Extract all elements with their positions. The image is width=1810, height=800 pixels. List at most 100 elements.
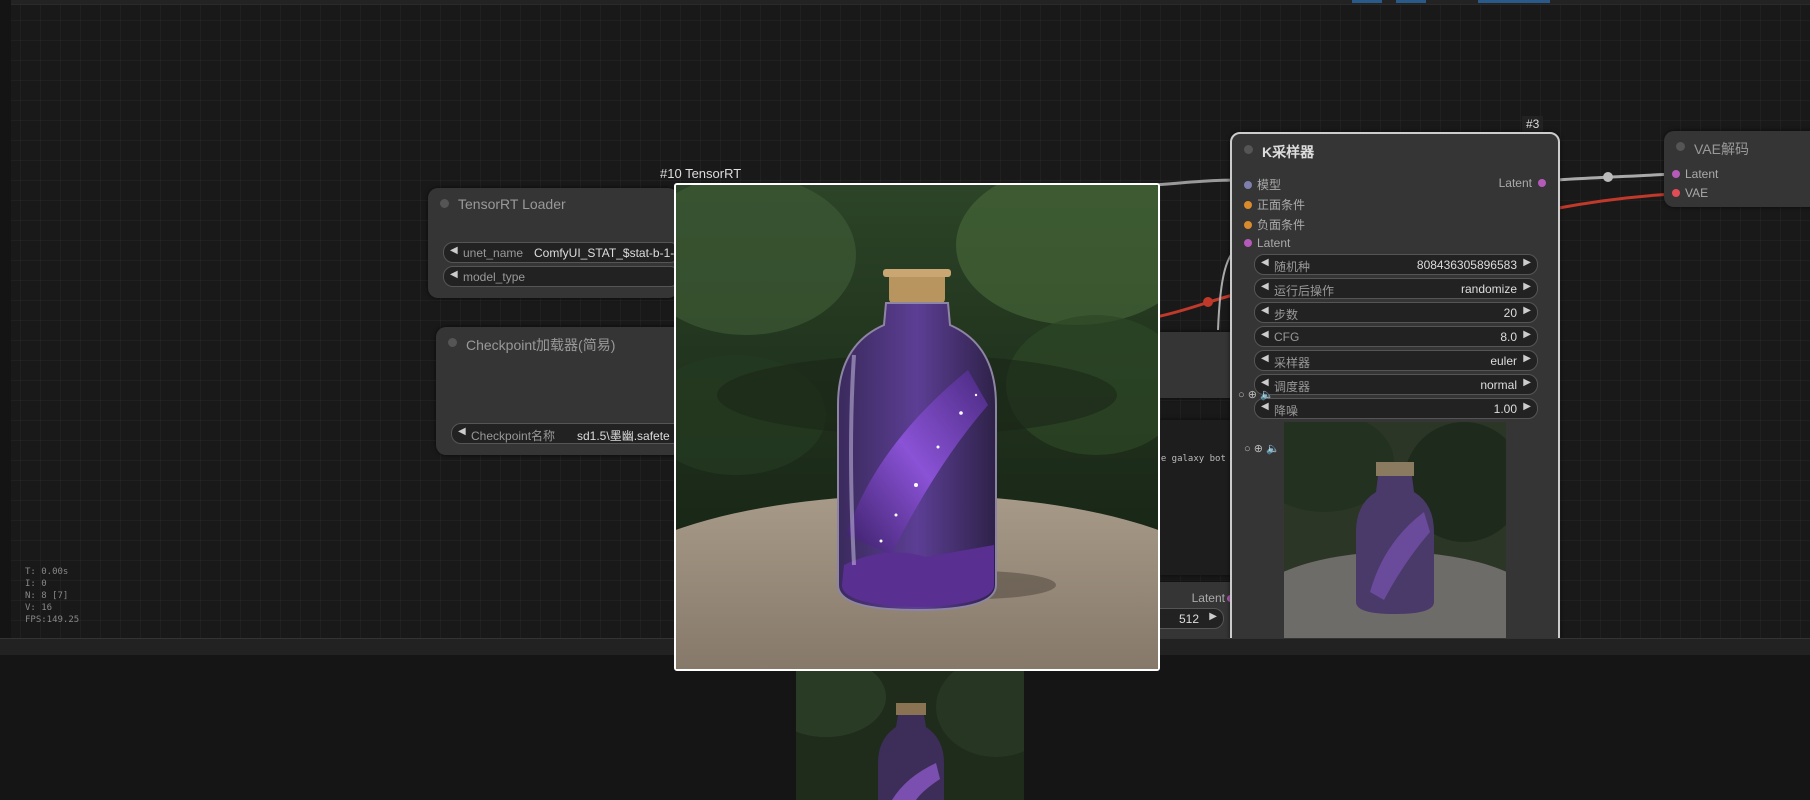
image-history-panel[interactable] (0, 655, 1810, 800)
width-widget[interactable]: 512 ▶ (1150, 608, 1224, 629)
collapse-dot-icon[interactable] (1244, 145, 1253, 154)
empty-latent-node[interactable]: Latent 512 ▶ (1150, 582, 1235, 638)
widget-value: euler (1490, 354, 1517, 368)
canvas-stats: T: 0.00s I: 0 N: 8 [7] V: 16 FPS:149.25 (25, 566, 79, 626)
denoise-widget[interactable]: ◀ 降噪 1.00 ▶ (1254, 398, 1538, 419)
preview-node-label: #10 TensorRT (660, 166, 742, 181)
widget-value: 20 (1503, 306, 1517, 320)
node-title: Checkpoint加载器(简易) (466, 337, 616, 353)
arrow-left-icon[interactable]: ◀ (1261, 281, 1269, 292)
collapse-dot-icon[interactable] (440, 199, 449, 208)
node-title: VAE解码 (1694, 141, 1749, 157)
arrow-right-icon[interactable]: ▶ (1523, 329, 1531, 340)
widget-label: 降噪 (1274, 404, 1299, 418)
node-header[interactable]: VAE解码 (1664, 131, 1810, 161)
large-image-preview[interactable] (674, 183, 1160, 671)
widget-label: 采样器 (1274, 356, 1311, 370)
slot-dot-icon[interactable] (1538, 179, 1546, 187)
input-slot-latent[interactable]: Latent (1672, 167, 1718, 181)
arrow-left-icon[interactable]: ◀ (1261, 377, 1269, 388)
slot-dot-icon[interactable] (1244, 221, 1252, 229)
seed-widget[interactable]: ◀ 随机种 808436305896583 ▶ (1254, 254, 1538, 275)
steps-widget[interactable]: ◀ 步数 20 ▶ (1254, 302, 1538, 323)
arrow-left-icon[interactable]: ◀ (1261, 353, 1269, 364)
stat-i: I: 0 (25, 579, 47, 589)
slot-dot-icon[interactable] (1244, 201, 1252, 209)
output-slot-latent[interactable]: Latent (1499, 176, 1546, 190)
arrow-right-icon[interactable]: ▶ (1523, 377, 1531, 388)
arrow-right-icon[interactable]: ▶ (1523, 353, 1531, 364)
partial-node[interactable] (1150, 332, 1240, 398)
node-header[interactable]: TensorRT Loader (428, 188, 678, 218)
widget-value: 1.00 (1493, 402, 1517, 416)
widget-label: model_type (463, 270, 526, 284)
widget-value: normal (1480, 378, 1517, 392)
arrow-left-icon[interactable]: ◀ (458, 426, 466, 437)
collapse-dot-icon[interactable] (1676, 142, 1685, 151)
model-type-widget[interactable]: ◀ model_type s (443, 266, 687, 287)
input-slot-model[interactable]: 模型 (1244, 176, 1281, 193)
arrow-right-icon[interactable]: ▶ (1523, 257, 1531, 268)
slot-dot-icon[interactable] (1672, 189, 1680, 197)
stat-time: T: 0.00s (25, 567, 69, 577)
widget-value: 808436305896583 (1416, 258, 1517, 272)
widget-value: sd1.5\墨幽.safete (577, 429, 670, 443)
tensorrt-loader-node[interactable]: TensorRT Loader ◀ unet_name ComfyUI_STAT… (428, 188, 687, 298)
cfg-widget[interactable]: ◀ CFG 8.0 ▶ (1254, 326, 1538, 347)
arrow-left-icon[interactable]: ◀ (450, 245, 458, 256)
link-reroute-dot (1603, 172, 1613, 182)
stat-nodes: N: 8 [7] (25, 591, 69, 601)
arrow-left-icon[interactable]: ◀ (1261, 305, 1269, 316)
stat-fps: FPS:149.25 (25, 615, 80, 625)
noisy-bottle-image (1284, 422, 1506, 638)
status-icons: ○ ⊕ 🔈 (1244, 443, 1280, 455)
status-icons: ○ ⊕ 🔈 (1238, 389, 1274, 401)
arrow-right-icon[interactable]: ▶ (1209, 611, 1217, 622)
scheduler-widget[interactable]: ◀ 调度器 normal ▶ (1254, 374, 1538, 395)
input-slot-vae[interactable]: VAE (1672, 186, 1708, 200)
widget-label: 随机种 (1274, 260, 1311, 274)
collapse-dot-icon[interactable] (448, 338, 457, 347)
arrow-right-icon[interactable]: ▶ (1523, 281, 1531, 292)
arrow-right-icon[interactable]: ▶ (1523, 305, 1531, 316)
unet-name-widget[interactable]: ◀ unet_name ComfyUI_STAT_$stat-b-1- (443, 242, 680, 263)
arrow-left-icon[interactable]: ◀ (450, 269, 458, 280)
widget-label: CFG (1274, 330, 1300, 344)
ksampler-preview-image (1284, 422, 1506, 638)
link-reroute-dot (1203, 297, 1213, 307)
link-vae (1552, 192, 1673, 211)
node-title: K采样器 (1262, 144, 1315, 160)
widget-value: randomize (1460, 282, 1517, 296)
widget-value: 8.0 (1500, 330, 1517, 344)
widget-value: ComfyUI_STAT_$stat-b-1- (534, 246, 675, 260)
bottle-thumbnail-image (796, 667, 1024, 800)
widget-label: 调度器 (1274, 380, 1311, 394)
input-slot-positive[interactable]: 正面条件 (1244, 196, 1305, 213)
input-slot-latent[interactable]: Latent (1244, 236, 1290, 250)
galaxy-bottle-image (676, 185, 1158, 669)
slot-dot-icon[interactable] (1672, 170, 1680, 178)
widget-label: unet_name (463, 246, 524, 260)
sampler-widget[interactable]: ◀ 采样器 euler ▶ (1254, 350, 1538, 371)
arrow-right-icon[interactable]: ▶ (1523, 401, 1531, 412)
checkpoint-loader-node[interactable]: Checkpoint加载器(简易) ◀ Checkpoint名称 sd1.5\墨… (436, 327, 688, 455)
vae-decode-node[interactable]: VAE解码 Latent VAE (1664, 131, 1810, 207)
ksampler-node[interactable]: K采样器 模型 正面条件 负面条件 Latent Latent ◀ 随机种 80… (1230, 132, 1560, 638)
node-id-label: #3 (1522, 116, 1544, 132)
widget-label: 步数 (1274, 308, 1299, 322)
node-header[interactable]: Checkpoint加载器(简易) (436, 327, 686, 357)
arrow-left-icon[interactable]: ◀ (1261, 257, 1269, 268)
output-slot-latent[interactable]: Latent (1192, 591, 1225, 605)
arrow-left-icon[interactable]: ◀ (1261, 401, 1269, 412)
slot-dot-icon[interactable] (1244, 181, 1252, 189)
arrow-left-icon[interactable]: ◀ (1261, 329, 1269, 340)
input-slot-negative[interactable]: 负面条件 (1244, 216, 1305, 233)
ckpt-name-widget[interactable]: ◀ Checkpoint名称 sd1.5\墨幽.safete (451, 423, 688, 444)
slot-dot-icon[interactable] (1244, 239, 1252, 247)
widget-label: 运行后操作 (1274, 284, 1335, 298)
history-thumbnail[interactable] (796, 667, 1024, 800)
control-after-generate-widget[interactable]: ◀ 运行后操作 randomize ▶ (1254, 278, 1538, 299)
node-header[interactable]: K采样器 (1232, 134, 1558, 164)
node-title: TensorRT Loader (458, 196, 566, 212)
prompt-text-area[interactable]: ple galaxy bot (1150, 420, 1240, 575)
